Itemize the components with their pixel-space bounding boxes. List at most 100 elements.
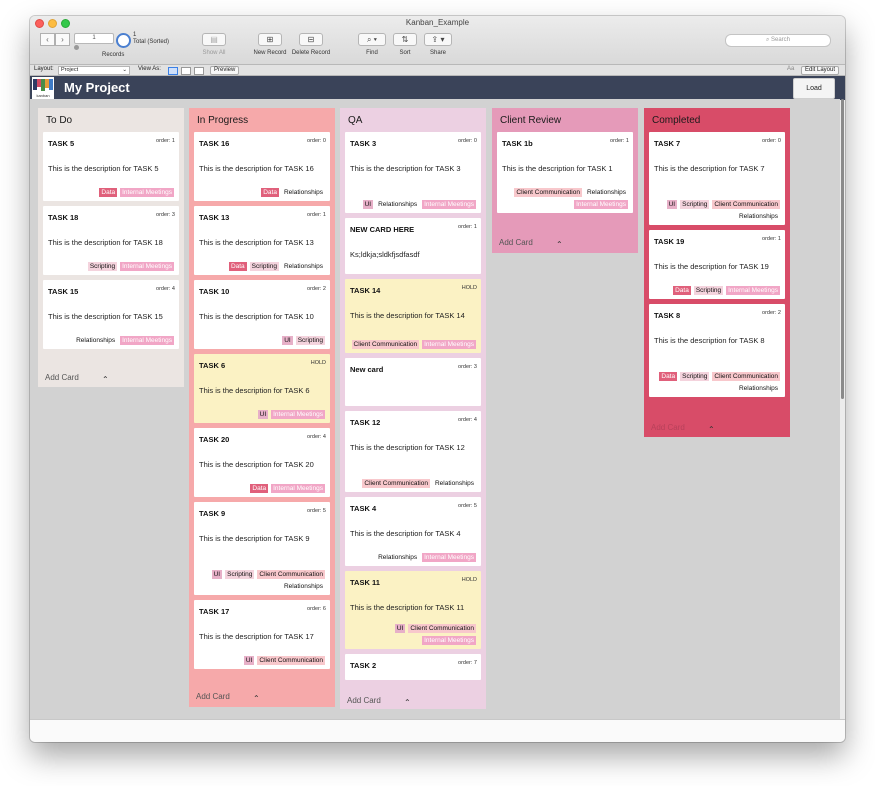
card[interactable]: TASK 16 order: 0 This is the description f… [194, 132, 330, 201]
card-description: This is the description for TASK 7 [654, 164, 765, 173]
card[interactable]: TASK 10 order: 2 This is the description f… [194, 280, 330, 349]
add-card-button[interactable]: Add Card [196, 692, 230, 701]
chevron-up-icon[interactable]: ⌃ [102, 375, 109, 384]
card-title: TASK 3 [350, 139, 377, 148]
tag-client-communication: Client Communication [408, 624, 476, 633]
search-input[interactable]: ⌕ Search [725, 34, 831, 47]
add-card-button[interactable]: Add Card [45, 373, 79, 382]
card[interactable]: TASK 5 order: 1 This is the description fo… [43, 132, 179, 201]
logo-caption: kanban [36, 93, 50, 98]
card[interactable]: TASK 20 order: 4 This is the description f… [194, 428, 330, 497]
show-all-icon: ▤ [202, 33, 226, 46]
card-order: order: 6 [307, 606, 326, 612]
chevron-up-icon[interactable]: ⌃ [708, 425, 715, 434]
new-record-button[interactable]: ⊞ New Record [250, 33, 290, 56]
preview-button[interactable]: Preview [210, 66, 240, 75]
form-view-icon[interactable] [168, 67, 178, 75]
card-title: TASK 9 [199, 509, 226, 518]
share-button[interactable]: ⇪ ▾ Share [423, 33, 453, 56]
card[interactable]: New card order: 3 [345, 358, 481, 406]
board-scrollbar[interactable] [841, 99, 844, 399]
tag-relationships: Relationships [378, 201, 418, 208]
chevron-right-icon[interactable]: › [55, 33, 70, 46]
tag-ui: UI [394, 624, 406, 633]
column-qa: QA TASK 3 order: 0 This is the description… [340, 108, 486, 709]
card[interactable]: TASK 15 order: 4 This is the description f… [43, 280, 179, 349]
card[interactable]: TASK 4 order: 5 This is the description fo… [345, 497, 481, 566]
card-description: This is the description for TASK 13 [199, 238, 314, 247]
tag-relationships: Relationships [586, 189, 626, 196]
tag-client-communication: Client Communication [514, 188, 582, 197]
card[interactable]: TASK 2 order: 7 [345, 654, 481, 680]
tag-internal-meetings: Internal Meetings [422, 200, 476, 209]
card-description: This is the description for TASK 9 [199, 534, 310, 543]
card-list: TASK 3 order: 0 This is the description fo… [340, 132, 486, 680]
record-slider-handle[interactable] [74, 45, 79, 50]
card-description: This is the description for TASK 8 [654, 336, 765, 345]
card-title: New card [350, 365, 384, 374]
card[interactable]: TASK 19 order: 1 This is the description f… [649, 230, 785, 299]
chevron-up-icon[interactable]: ⌃ [253, 694, 260, 703]
card-title: TASK 8 [654, 311, 681, 320]
tag-internal-meetings: Internal Meetings [422, 340, 476, 349]
layout-label: Layout: [34, 66, 54, 72]
font-size-icon[interactable]: Aa [787, 66, 794, 72]
card[interactable]: TASK 6 HOLD This is the description for TA… [194, 354, 330, 423]
chevron-down-icon: ⌄ [122, 67, 127, 73]
card-order: order: 4 [156, 286, 175, 292]
card[interactable]: TASK 12 order: 4 This is the description f… [345, 411, 481, 492]
card-order: order: 5 [307, 508, 326, 514]
kanban-board: To Do TASK 5 order: 1 This is the descript… [30, 99, 840, 719]
delete-record-button[interactable]: ⊟ Delete Record [289, 33, 333, 56]
view-as-label: View As: [138, 66, 161, 72]
list-view-icon[interactable] [181, 67, 191, 75]
card[interactable]: NEW CARD HERE order: 1 Ks;ldkja;sldkfjsdfa… [345, 218, 481, 274]
card[interactable]: TASK 8 order: 2 This is the description fo… [649, 304, 785, 397]
card-tags: Data Internal Meetings [44, 188, 174, 197]
kanban-logo: kanban [32, 77, 54, 99]
card-order: order: 1 [610, 138, 629, 144]
tag-ui: UI [282, 336, 293, 345]
card[interactable]: TASK 3 order: 0 This is the description fo… [345, 132, 481, 213]
layout-select[interactable]: Project ⌄ [58, 66, 130, 75]
chevron-up-icon[interactable]: ⌃ [556, 240, 563, 249]
add-card-button[interactable]: Add Card [347, 696, 381, 705]
card-title: TASK 4 [350, 504, 377, 513]
card[interactable]: TASK 17 order: 6 This is the description f… [194, 600, 330, 669]
chevron-up-icon[interactable]: ⌃ [404, 698, 411, 707]
tag-internal-meetings: Internal Meetings [120, 262, 174, 271]
add-card-button[interactable]: Add Card [499, 238, 533, 247]
card-tags: Data Internal Meetings [195, 484, 325, 493]
card-description: This is the description for TASK 17 [199, 632, 314, 641]
plus-icon: ⊞ [258, 33, 282, 46]
card[interactable]: TASK 13 order: 1 This is the description f… [194, 206, 330, 275]
show-all-button[interactable]: ▤ Show All [194, 33, 234, 56]
card[interactable]: TASK 18 order: 3 This is the description f… [43, 206, 179, 275]
card-list: TASK 16 order: 0 This is the description f… [189, 132, 335, 669]
tag-data: Data [250, 484, 269, 493]
find-button[interactable]: ⌕ ▾ Find [357, 33, 387, 56]
card[interactable]: TASK 1b order: 1 This is the description f… [497, 132, 633, 213]
table-view-icon[interactable] [194, 67, 204, 75]
edit-layout-button[interactable]: Edit Layout [801, 66, 840, 75]
tag-internal-meetings: Internal Meetings [422, 636, 476, 645]
window-title: Kanban_Example [405, 18, 470, 27]
record-number-field[interactable]: 1 [74, 33, 114, 44]
sort-button[interactable]: ⇅ Sort [392, 33, 418, 56]
column-title: Completed [652, 115, 701, 126]
show-all-label: Show All [202, 50, 226, 56]
card[interactable]: TASK 14 HOLD This is the description for T… [345, 279, 481, 353]
chevron-left-icon[interactable]: ‹ [40, 33, 55, 46]
card-order: order: 0 [458, 138, 477, 144]
add-card-button[interactable]: Add Card [651, 423, 685, 432]
card-description: This is the description for TASK 1 [502, 164, 613, 173]
card-order: order: 0 [762, 138, 781, 144]
record-count-number: 1 [133, 32, 137, 38]
tag-relationships: Relationships [378, 554, 418, 561]
card[interactable]: TASK 9 order: 5 This is the description fo… [194, 502, 330, 595]
tag-ui: UI [362, 200, 374, 209]
load-button[interactable]: Load [793, 78, 835, 99]
tag-relationships: Relationships [283, 583, 323, 590]
card[interactable]: TASK 7 order: 0 This is the description fo… [649, 132, 785, 225]
card[interactable]: TASK 11 HOLD This is the description for T… [345, 571, 481, 649]
